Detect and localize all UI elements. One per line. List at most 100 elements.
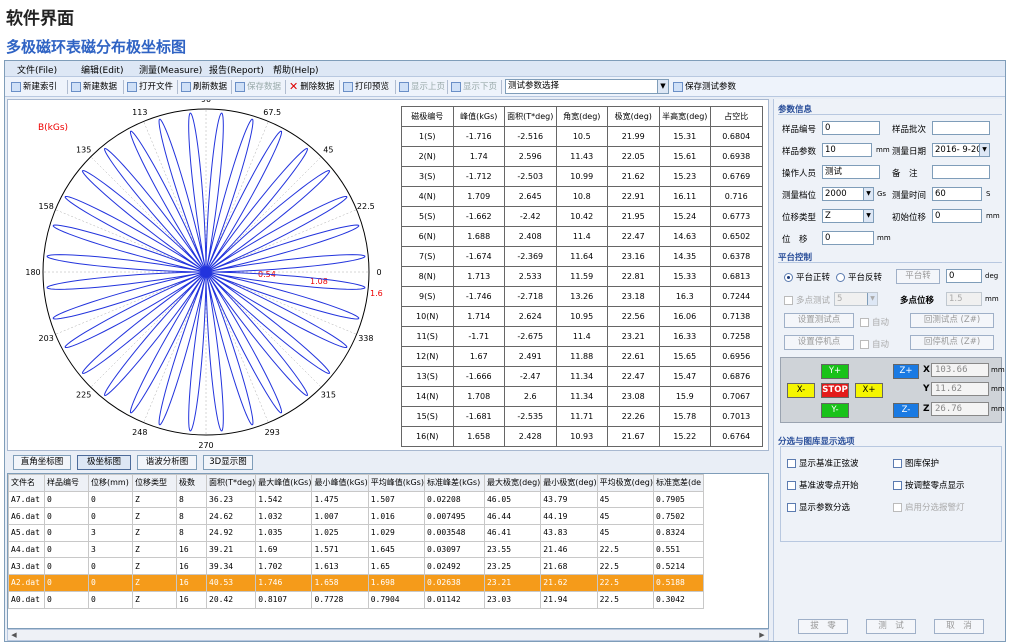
- operator-input[interactable]: 测试: [822, 165, 880, 179]
- set-test-point-button[interactable]: 设置测试点: [784, 313, 854, 328]
- table-cell: 20.42: [205, 590, 257, 609]
- sort-alarm-checkbox[interactable]: 启用分选报警灯: [893, 501, 965, 513]
- menu-report[interactable]: 报告(Report): [209, 63, 264, 76]
- zero-button[interactable]: 拔 零: [798, 619, 848, 634]
- platform-rotate-input[interactable]: 0: [946, 269, 982, 283]
- table-cell: 45: [596, 507, 654, 526]
- sample-param-input[interactable]: 10: [822, 143, 872, 157]
- multi-test-checkbox[interactable]: 多点测试: [784, 294, 830, 306]
- table-row: 5(S) -1.662 -2.42 10.42 21.95 15.24 0.6773: [401, 206, 763, 227]
- z-coord-unit: mm: [991, 405, 1005, 413]
- horizontal-scrollbar[interactable]: ◀ ▶: [7, 629, 769, 641]
- table-row[interactable]: A7.dat 0 0 Z 8 36.23 1.542 1.475 1.507 0.02208 46.…: [8, 490, 704, 509]
- ref-wave-zero-checkbox[interactable]: 基准波零点开始: [787, 479, 859, 491]
- table-cell: 0.6769: [710, 166, 763, 187]
- table-row[interactable]: A5.dat 0 3 Z 8 24.92 1.035 1.025 1.029 0.003548 46…: [8, 524, 704, 542]
- tab-cartesian[interactable]: 直角坐标图: [13, 455, 71, 470]
- table-cell: 0.6876: [710, 366, 763, 387]
- tab-polar[interactable]: 极坐标图: [77, 455, 131, 470]
- back-zero-button[interactable]: 回停机点 (Z#): [910, 335, 994, 350]
- test-button[interactable]: 测 试: [866, 619, 916, 634]
- auto-checkbox[interactable]: 自动: [860, 316, 889, 328]
- save-test-param-button[interactable]: 保存测试参数: [673, 80, 736, 94]
- table-cell: 0.7258: [710, 326, 763, 347]
- y-plus-button[interactable]: Y+: [821, 364, 849, 379]
- range-select[interactable]: 2000 ▼: [822, 187, 874, 201]
- table-cell: 11.43: [555, 146, 608, 167]
- new-index-icon: [11, 82, 21, 92]
- table-cell: 0.7904: [367, 590, 425, 609]
- table-cell: 16: [176, 590, 207, 609]
- init-disp-input[interactable]: 0: [932, 209, 982, 223]
- table-cell: 4(N): [401, 186, 454, 207]
- new-data-button[interactable]: 新建数据: [71, 80, 117, 94]
- save-data-button[interactable]: 保存数据: [235, 80, 281, 94]
- table-cell: 1.698: [367, 574, 425, 592]
- batch-input[interactable]: [932, 121, 990, 135]
- multi-pos-input[interactable]: 1.5: [946, 292, 982, 306]
- show-param-sort-checkbox[interactable]: 显示参数分选: [787, 501, 850, 513]
- table-cell: Z: [132, 490, 177, 509]
- prev-page-button[interactable]: 显示上页: [399, 80, 445, 94]
- test-param-select[interactable]: 测试参数选择 ▼: [505, 79, 669, 94]
- table-cell: 0.5188: [652, 574, 704, 592]
- multi-test-select[interactable]: 5 ▼: [834, 292, 878, 306]
- table-cell: 1.713: [452, 266, 505, 287]
- back-test-point-button[interactable]: 回测试点 (Z#): [910, 313, 994, 328]
- multi-test-label: 多点测试: [796, 296, 831, 306]
- platform-forward-radio[interactable]: 平台正转: [784, 271, 830, 283]
- toolbar-separator: [447, 80, 448, 94]
- table-row[interactable]: A3.dat 0 0 Z 16 39.34 1.702 1.613 1.65 0.02492 23.…: [8, 557, 704, 576]
- table-cell: 0.3042: [652, 590, 704, 609]
- table-row: 2(N) 1.74 2.596 11.43 22.05 15.61 0.6938: [401, 146, 763, 167]
- delete-data-button[interactable]: ✕ 删除数据: [289, 80, 334, 94]
- y-minus-button[interactable]: Y-: [821, 403, 849, 418]
- table-row[interactable]: A6.dat 0 0 Z 8 24.62 1.032 1.007 1.016 0.007495 46…: [8, 507, 704, 526]
- table-cell: 45: [596, 524, 654, 542]
- table-cell: 0: [88, 574, 133, 592]
- library-protect-checkbox[interactable]: 图库保护: [893, 457, 939, 469]
- open-file-button[interactable]: 打开文件: [127, 80, 173, 94]
- scroll-right-icon[interactable]: ▶: [756, 630, 768, 640]
- next-page-button[interactable]: 显示下页: [451, 80, 497, 94]
- refresh-data-button[interactable]: 刷新数据: [181, 80, 227, 94]
- adjust-zero-checkbox[interactable]: 按调整零点显示: [893, 479, 965, 491]
- menu-help[interactable]: 帮助(Help): [273, 63, 319, 76]
- cancel-button[interactable]: 取 消: [934, 619, 984, 634]
- z-plus-button[interactable]: Z+: [893, 364, 919, 379]
- platform-rotate-button[interactable]: 平台转: [896, 269, 940, 284]
- tab-3d[interactable]: 3D显示图: [203, 455, 253, 470]
- table-cell: -1.662: [452, 206, 505, 227]
- auto-checkbox-2[interactable]: 自动: [860, 338, 889, 350]
- disp-input[interactable]: 0: [822, 231, 874, 245]
- show-ref-sine-checkbox[interactable]: 显示基准正弦波: [787, 457, 859, 469]
- table-row[interactable]: A0.dat 0 0 Z 16 20.42 0.8107 0.7728 0.7904 0.0114…: [8, 590, 704, 609]
- date-picker[interactable]: 2016- 9-20 ▼: [932, 143, 990, 157]
- table-cell: 0.7502: [652, 507, 704, 526]
- table-header-row[interactable]: 文件名 样品编号 位移(mm) 位移类型 极数 面积(T*deg) 最大峰值(kGs) 最小峰…: [8, 474, 704, 492]
- x-plus-button[interactable]: X+: [855, 383, 883, 398]
- time-input[interactable]: 60: [932, 187, 982, 201]
- menu-file[interactable]: 文件(File): [17, 63, 57, 76]
- stop-button[interactable]: STOP: [821, 383, 849, 398]
- menu-edit[interactable]: 编辑(Edit): [81, 63, 123, 76]
- disp-type-select[interactable]: Z ▼: [822, 209, 874, 223]
- table-cell: 22.5: [596, 574, 654, 592]
- page-subtitle: 多极磁环表磁分布极坐标图: [6, 38, 187, 56]
- sample-no-input[interactable]: 0: [822, 121, 880, 135]
- x-minus-button[interactable]: X-: [787, 383, 815, 398]
- menu-measure[interactable]: 测量(Measure): [139, 63, 202, 76]
- file-table: 文件名 样品编号 位移(mm) 位移类型 极数 面积(T*deg) 最大峰值(kGs) 最小峰…: [8, 474, 704, 609]
- set-zero-button[interactable]: 设置停机点: [784, 335, 854, 350]
- table-row[interactable]: A4.dat 0 3 Z 16 39.21 1.69 1.571 1.645 0.03097 23.…: [8, 540, 704, 559]
- tab-harmonic[interactable]: 谐波分析图: [137, 455, 197, 470]
- platform-reverse-radio[interactable]: 平台反转: [836, 271, 882, 283]
- scroll-left-icon[interactable]: ◀: [8, 630, 20, 640]
- multi-pos-label: 多点位移: [900, 296, 935, 306]
- print-preview-button[interactable]: 打印预览: [343, 80, 389, 94]
- table-row[interactable]: A2.dat 0 0 Z 16 40.53 1.746 1.658 1.698 0.02638 23…: [8, 574, 704, 592]
- z-minus-button[interactable]: Z-: [893, 403, 919, 418]
- table-cell: 3: [88, 540, 133, 559]
- new-index-button[interactable]: 新建索引: [11, 80, 57, 94]
- remark-input[interactable]: [932, 165, 990, 179]
